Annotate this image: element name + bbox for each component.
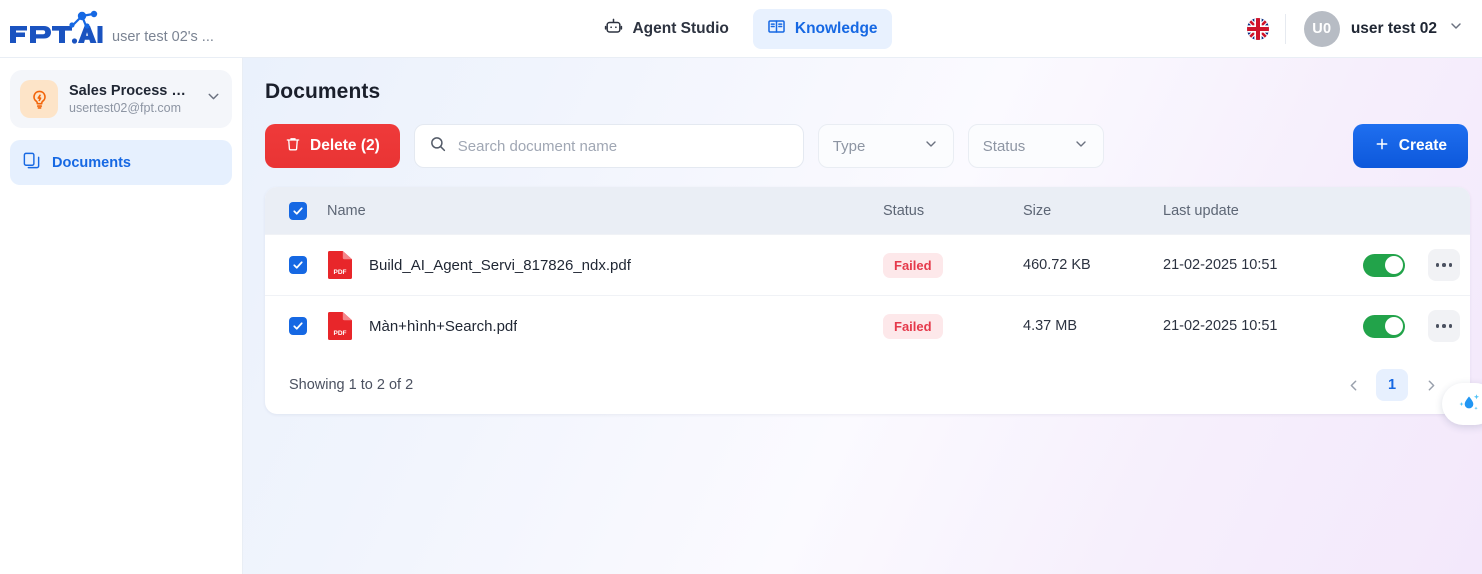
- header-divider: [1284, 13, 1286, 44]
- user-name: user test 02: [1350, 19, 1437, 37]
- select-all-cell: [265, 201, 327, 220]
- brand: user test 02's ...: [0, 9, 520, 49]
- table-row[interactable]: PDF Build_AI_Agent_Servi_817826_ndx.pdf …: [265, 234, 1470, 295]
- water-drop-sparkle-icon[interactable]: [1442, 383, 1482, 425]
- row-checkbox[interactable]: [289, 317, 307, 335]
- table-row[interactable]: PDF Màn+hình+Search.pdf Failed 4.37 MB 2…: [265, 295, 1470, 356]
- status-filter-label: Status: [982, 137, 1026, 155]
- fpt-ai-logo-icon: [10, 10, 103, 44]
- chevron-down-icon[interactable]: [1448, 18, 1464, 39]
- status-badge: Failed: [883, 252, 943, 278]
- status-filter-dropdown[interactable]: Status: [967, 124, 1104, 168]
- row-name-cell: PDF Build_AI_Agent_Servi_817826_ndx.pdf: [327, 250, 883, 280]
- table-footer: Showing 1 to 2 of 2 1: [265, 356, 1470, 414]
- main-content: Documents Delete (2) Search document nam…: [243, 58, 1482, 574]
- create-button[interactable]: Create: [1352, 124, 1468, 168]
- row-checkbox[interactable]: [289, 256, 307, 274]
- row-name-cell: PDF Màn+hình+Search.pdf: [327, 311, 883, 341]
- workspace-label: user test 02's ...: [112, 28, 214, 45]
- search-input[interactable]: [457, 137, 789, 155]
- documents-icon: [22, 151, 41, 174]
- documents-table: Name Status Size Last update PDF Build_A…: [265, 187, 1470, 414]
- robot-icon: [604, 17, 623, 41]
- knowledge-base-text: Sales Process & ... usertest02@fpt.com: [69, 83, 192, 115]
- row-toggle-cell: [1350, 253, 1418, 277]
- sidebar: Sales Process & ... usertest02@fpt.com D…: [0, 58, 243, 574]
- plus-icon: [1374, 136, 1390, 157]
- header-nav: Agent Studio Knowledge: [520, 8, 962, 49]
- pagination: 1: [1338, 369, 1446, 401]
- row-file-name: Màn+hình+Search.pdf: [369, 317, 518, 335]
- row-size: 460.72 KB: [1023, 257, 1091, 273]
- row-select-cell: [265, 317, 327, 335]
- header-right: U0 user test 02: [962, 10, 1482, 47]
- svg-text:PDF: PDF: [334, 269, 347, 276]
- avatar[interactable]: U0: [1303, 10, 1340, 47]
- row-select-cell: [265, 256, 327, 274]
- row-actions-cell: [1418, 249, 1470, 281]
- pdf-file-icon: PDF: [327, 311, 353, 341]
- table-header-row: Name Status Size Last update: [265, 187, 1470, 234]
- chevron-down-icon: [923, 136, 939, 156]
- chevron-left-icon[interactable]: [1338, 370, 1368, 400]
- nav-item-agent-studio[interactable]: Agent Studio: [590, 9, 742, 49]
- chevron-right-icon[interactable]: [1416, 370, 1446, 400]
- knowledge-base-email: usertest02@fpt.com: [69, 101, 182, 115]
- fpt-ai-logo[interactable]: [8, 9, 104, 49]
- row-last-update: 21-02-2025 10:51: [1163, 257, 1278, 273]
- create-button-label: Create: [1398, 137, 1447, 154]
- header-name: Name: [327, 202, 366, 219]
- row-enable-toggle[interactable]: [1363, 253, 1405, 277]
- page-title: Documents: [265, 80, 381, 103]
- row-actions-cell: [1418, 310, 1470, 342]
- nav-label-agent-studio: Agent Studio: [632, 19, 729, 37]
- page-number-1[interactable]: 1: [1376, 369, 1408, 401]
- delete-button[interactable]: Delete (2): [265, 124, 400, 168]
- row-enable-toggle[interactable]: [1363, 314, 1405, 338]
- nav-label-knowledge: Knowledge: [794, 19, 878, 37]
- row-toggle-cell: [1350, 314, 1418, 338]
- delete-button-label: Delete (2): [310, 137, 380, 154]
- header-size: Size: [1023, 202, 1052, 219]
- header-last-update: Last update: [1163, 202, 1239, 219]
- search-icon: [429, 135, 447, 158]
- type-filter-dropdown[interactable]: Type: [817, 124, 954, 168]
- row-last-update: 21-02-2025 10:51: [1163, 318, 1278, 334]
- knowledge-base-title: Sales Process & ...: [69, 83, 192, 99]
- book-icon: [767, 17, 786, 41]
- app-body: Sales Process & ... usertest02@fpt.com D…: [0, 58, 1482, 574]
- chevron-down-icon[interactable]: [203, 88, 222, 110]
- toolbar: Delete (2) Type Status: [265, 124, 1468, 168]
- search-box[interactable]: [413, 124, 804, 168]
- lightbulb-icon: [20, 80, 58, 118]
- showing-text: Showing 1 to 2 of 2: [289, 377, 414, 393]
- water-drop-glyph: [1459, 394, 1480, 410]
- select-all-checkbox[interactable]: [289, 201, 307, 220]
- nav-item-knowledge[interactable]: Knowledge: [752, 8, 892, 49]
- app-root: user test 02's ... Agent Studio Knowledg…: [0, 0, 1482, 574]
- toggle-knob: [1384, 317, 1403, 335]
- row-size: 4.37 MB: [1023, 318, 1077, 334]
- kebab-menu-icon[interactable]: [1428, 310, 1460, 342]
- svg-text:PDF: PDF: [334, 330, 347, 337]
- row-file-name: Build_AI_Agent_Servi_817826_ndx.pdf: [369, 256, 631, 274]
- type-filter-label: Type: [832, 137, 866, 155]
- uk-flag-icon[interactable]: [1246, 17, 1269, 40]
- sidebar-item-documents[interactable]: Documents: [10, 140, 232, 185]
- toggle-knob: [1384, 256, 1403, 274]
- header-status: Status: [883, 202, 925, 219]
- app-header: user test 02's ... Agent Studio Knowledg…: [0, 0, 1482, 58]
- kebab-menu-icon[interactable]: [1428, 249, 1460, 281]
- pdf-file-icon: PDF: [327, 250, 353, 280]
- row-status-cell: Failed: [883, 313, 1023, 339]
- knowledge-base-selector[interactable]: Sales Process & ... usertest02@fpt.com: [10, 70, 232, 128]
- chevron-down-icon: [1073, 136, 1089, 156]
- sidebar-item-label-documents: Documents: [52, 154, 131, 171]
- status-badge: Failed: [883, 313, 943, 339]
- trash-icon: [285, 136, 301, 157]
- row-status-cell: Failed: [883, 252, 1023, 278]
